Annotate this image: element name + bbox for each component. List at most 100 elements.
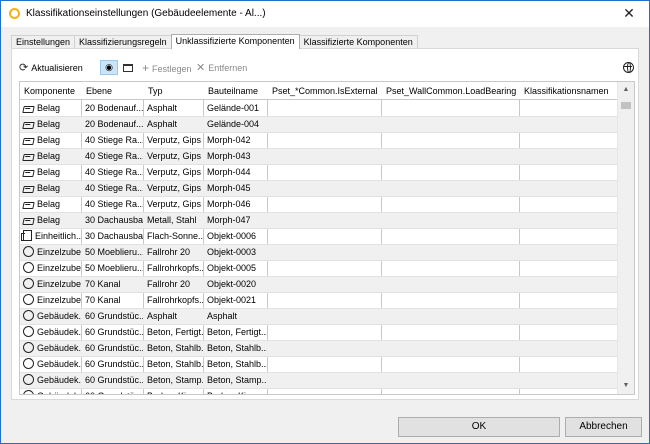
table-cell: Gebäudek... <box>20 373 81 389</box>
component-name: Einzelzube... <box>37 263 81 273</box>
table-cell: 60 Grundstüc... <box>85 359 143 369</box>
table-row[interactable]: Einheitlich... 30 Dachausbau Flach-Sonne..… <box>20 229 618 245</box>
table-cell: 30 Dachausbau <box>85 215 143 225</box>
table-cell: Einzelzube... <box>20 261 81 277</box>
table-cell <box>382 117 519 133</box>
scroll-up-arrow-icon[interactable]: ▲ <box>618 82 634 98</box>
table-row[interactable]: Einzelzube... 70 Kanal Fallrohr 20 Objekt-0… <box>20 277 618 293</box>
tab-einstellungen[interactable]: Einstellungen <box>11 35 76 49</box>
table-row[interactable]: Gebäudek... 60 Grundstüc... Beton, Stamp..… <box>20 373 618 389</box>
table-row[interactable]: Belag 40 Stiege Ra... Verputz, Gips Morph-0… <box>20 149 618 165</box>
component-name: Belag <box>37 199 61 209</box>
column-header[interactable]: Pset_*Common.IsExternal <box>268 82 382 100</box>
column-header[interactable]: Ebene <box>82 82 144 100</box>
table-cell <box>520 165 617 181</box>
circle-icon <box>23 374 34 385</box>
tab-klassifizierungsregeln[interactable]: Klassifizierungsregeln <box>74 35 172 49</box>
table-cell: Objekt-0005 <box>207 263 257 273</box>
table-cell: Objekt-0021 <box>207 295 257 305</box>
table-cell <box>520 117 617 133</box>
refresh-button[interactable]: ⟳ Aktualisieren <box>19 60 83 76</box>
scroll-down-arrow-icon[interactable]: ▼ <box>618 378 634 394</box>
table-cell <box>382 261 519 277</box>
table-row[interactable]: Belag 40 Stiege Ra... Verputz, Gips Morph-0… <box>20 133 618 149</box>
vertical-scrollbar[interactable]: ▲ ▼ <box>617 82 634 394</box>
component-name: Gebäudek... <box>37 359 81 369</box>
table-row[interactable]: Gebäudek... 60 Grundstüc... Beton, Stahlb.… <box>20 341 618 357</box>
table-cell: Morph-047 <box>207 215 251 225</box>
table-cell <box>268 277 381 293</box>
table-cell: Fallrohrkopfs... <box>147 295 203 305</box>
ok-button[interactable]: OK <box>398 417 560 437</box>
tab-unklassifizierte-komponenten[interactable]: Unklassifizierte Komponenten <box>170 34 300 49</box>
table-cell <box>268 293 381 309</box>
column-header[interactable]: Komponente <box>20 82 82 100</box>
table-cell: Beton, Stahlb... <box>207 359 267 369</box>
table-row[interactable]: Belag 40 Stiege Ra... Verputz, Gips Morph-0… <box>20 165 618 181</box>
column-header[interactable]: Klassifikationsnamen <box>520 82 618 100</box>
table-cell: 50 Moeblieru... <box>85 263 143 273</box>
table-cell: Morph-044 <box>207 167 251 177</box>
column-header[interactable]: Pset_WallCommon.LoadBearing <box>382 82 520 100</box>
table-cell: 60 Grundstüc... <box>82 389 143 394</box>
folder-button[interactable] <box>121 60 135 76</box>
table-row[interactable]: Einzelzube... 70 Kanal Fallrohrkopfs... Obj… <box>20 293 618 309</box>
table-cell: Beton, Stahlb... <box>147 359 203 369</box>
table-cell <box>520 101 617 117</box>
table-cell: Belag <box>20 133 81 149</box>
tab-klassifizierte-komponenten[interactable]: Klassifizierte Komponenten <box>298 35 418 49</box>
table-cell <box>520 277 617 293</box>
table-cell: Verputz, Gips <box>147 135 202 145</box>
table-cell <box>382 213 519 229</box>
cancel-button[interactable]: Abbrechen <box>565 417 642 437</box>
visibility-toggle-button[interactable]: ◉ <box>100 60 118 75</box>
table-row[interactable]: Einzelzube... 50 Moeblieru... Fallrohr 20 O… <box>20 245 618 261</box>
table-cell: Asphalt <box>147 311 178 321</box>
assign-button[interactable]: + Festlegen <box>142 60 192 76</box>
scrollbar-thumb[interactable] <box>621 102 631 109</box>
component-name: Belag <box>37 183 61 193</box>
table-row[interactable]: Gebäudek...60 Grundstüc...Boden, KiesBod… <box>20 389 618 394</box>
table-cell: 60 Grundstüc... <box>85 343 143 353</box>
table-cell: Morph-043 <box>207 151 251 161</box>
table-cell: 40 Stiege Ra... <box>85 183 143 193</box>
table-cell: Gebäudek... <box>20 309 81 325</box>
component-name: Einzelzube... <box>37 295 81 305</box>
table-row[interactable]: Belag 30 Dachausbau Metall, Stahl Morph-047 <box>20 213 618 229</box>
table-row[interactable]: Gebäudek... 60 Grundstüc... Beton, Fertigt… <box>20 325 618 341</box>
table-cell: Belag <box>20 149 81 165</box>
table-row[interactable]: Belag 40 Stiege Ra... Verputz, Gips Morph-0… <box>20 181 618 197</box>
table-row[interactable]: Belag 20 Bodenauf... Asphalt Gelände-001 <box>20 101 618 117</box>
column-header[interactable]: Typ <box>144 82 204 100</box>
globe-icon[interactable] <box>623 62 634 73</box>
refresh-icon: ⟳ <box>19 62 29 74</box>
table-row[interactable]: Belag 40 Stiege Ra... Verputz, Gips Morph-0… <box>20 197 618 213</box>
component-name: Einzelzube... <box>37 247 81 257</box>
layer-icon <box>22 170 35 177</box>
window-title: Klassifikationseinstellungen (Gebäudeele… <box>26 8 266 19</box>
table-row[interactable]: Einzelzube... 50 Moeblieru... Fallrohrkopf… <box>20 261 618 277</box>
table-cell: Fallrohrkopfs... <box>147 263 203 273</box>
table-cell: 70 Kanal <box>85 295 121 305</box>
layer-icon <box>22 154 35 161</box>
table-row[interactable]: Gebäudek... 60 Grundstüc... Beton, Stahlb.… <box>20 357 618 373</box>
column-header[interactable]: Bauteilname <box>204 82 268 100</box>
table-cell: Einzelzube... <box>20 245 81 261</box>
close-button[interactable]: ✕ <box>609 1 649 27</box>
table-cell <box>382 245 519 261</box>
table-cell <box>268 197 381 213</box>
component-name: Belag <box>37 103 61 113</box>
remove-button[interactable]: ✕ Entfernen <box>196 60 247 76</box>
table-cell: Fallrohr 20 <box>147 279 191 289</box>
table-row[interactable]: Belag 20 Bodenauf... Asphalt Gelände-004 <box>20 117 618 133</box>
component-name: Gebäudek... <box>37 375 81 385</box>
table-row[interactable]: Gebäudek... 60 Grundstüc... Asphalt Asphalt <box>20 309 618 325</box>
table-cell: Gebäudek... <box>20 341 81 357</box>
table-cell: 60 Grundstüc... <box>85 311 143 321</box>
table-cell <box>268 229 381 245</box>
table-cell <box>268 101 381 117</box>
component-name: Gebäudek... <box>37 391 81 394</box>
table-cell: Morph-046 <box>207 199 251 209</box>
component-name: Belag <box>37 119 61 129</box>
table-cell: Boden, Kies <box>144 389 203 394</box>
